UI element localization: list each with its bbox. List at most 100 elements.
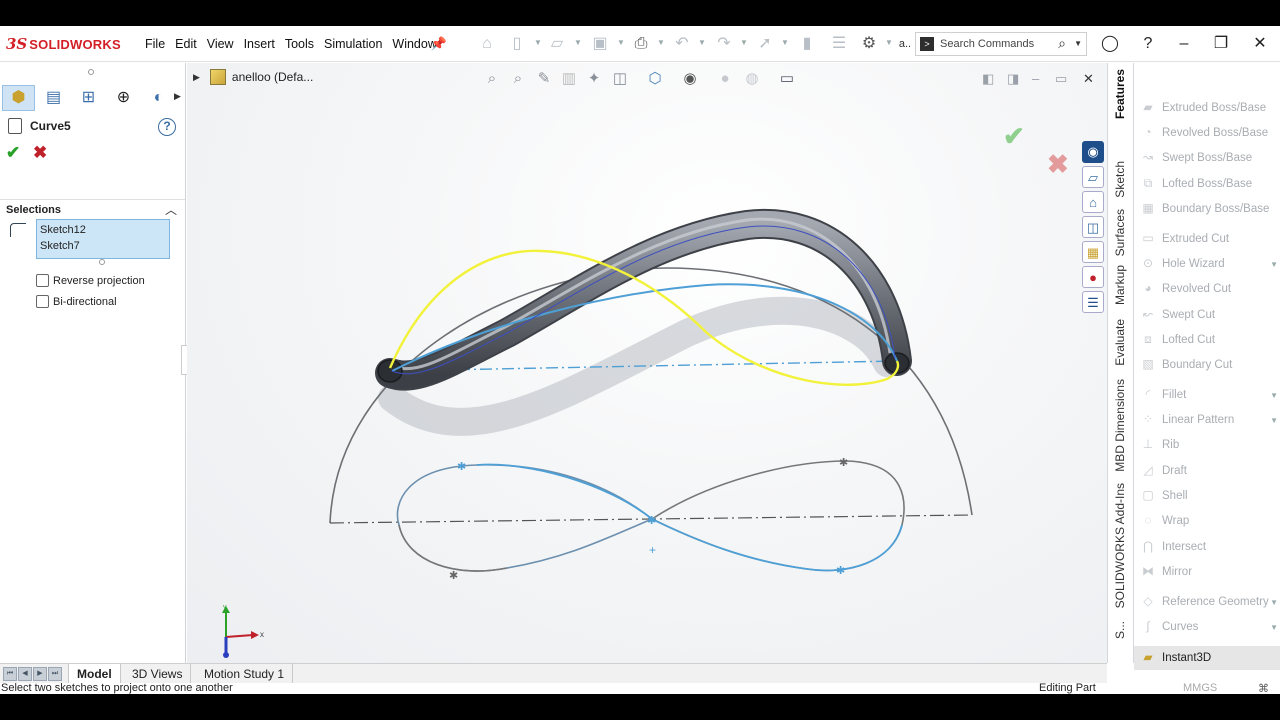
new-dropdown-caret[interactable]: ▼	[534, 38, 542, 47]
tab-surfaces[interactable]: Surfaces	[1113, 209, 1127, 256]
solidworks-logo[interactable]: 3S SOLIDWORKS	[6, 34, 121, 54]
tab-overflow[interactable]: S...	[1113, 621, 1127, 639]
print-dropdown-caret[interactable]: ▼	[657, 38, 665, 47]
cmd-wrap[interactable]: ◌ Wrap	[1134, 510, 1280, 532]
chevron-down-icon[interactable]: ▼	[1270, 260, 1278, 269]
help-icon[interactable]: ?	[1136, 32, 1160, 56]
pm-help-button[interactable]: ?	[158, 118, 176, 136]
tab-mbd-dimensions[interactable]: MBD Dimensions	[1113, 379, 1127, 472]
reverse-projection-option[interactable]: Reverse projection	[36, 274, 145, 287]
spline-point-marker[interactable]: ✱	[647, 515, 656, 527]
file-properties-icon[interactable]: ☰	[830, 35, 848, 53]
bi-directional-option[interactable]: Bi-directional	[36, 295, 117, 308]
options-gear-icon[interactable]: ⚙	[860, 35, 878, 53]
search-icon[interactable]: ⌕	[1058, 35, 1066, 52]
tab-3d-views[interactable]: 3D Views	[124, 664, 192, 684]
search-dropdown-caret[interactable]: ▼	[1074, 39, 1082, 48]
menu-simulation[interactable]: Simulation	[319, 37, 387, 51]
spline-point-marker[interactable]: ✱	[449, 570, 458, 582]
tab-sketch[interactable]: Sketch	[1113, 161, 1127, 198]
menu-tools[interactable]: Tools	[280, 37, 319, 51]
save-dropdown-caret[interactable]: ▼	[617, 38, 625, 47]
status-units[interactable]: MMGS	[1183, 683, 1217, 694]
reverse-projection-checkbox[interactable]	[36, 274, 49, 287]
display-manager-tab-icon[interactable]: ◐	[142, 85, 175, 111]
menu-edit[interactable]: Edit	[170, 37, 202, 51]
chevron-down-icon[interactable]: ▼	[1270, 416, 1278, 425]
next-tab-icon[interactable]: ▶	[33, 667, 47, 681]
collapse-chevron-up-icon[interactable]: ︿	[165, 201, 177, 218]
tab-features[interactable]: Features	[1113, 69, 1127, 119]
dimxpert-tab-icon[interactable]: ⊕	[107, 85, 140, 111]
cmd-extruded-cut[interactable]: ▭ Extruded Cut	[1134, 228, 1280, 250]
cmd-hole-wizard[interactable]: ⊙ Hole Wizard ▼	[1134, 253, 1280, 275]
cmd-reference-geometry[interactable]: ◇ Reference Geometry ▼	[1134, 591, 1280, 613]
chevron-down-icon[interactable]: ▼	[1270, 623, 1278, 632]
new-document-icon[interactable]: ▯	[508, 35, 526, 53]
search-commands[interactable]: > Search Commands ⌕ ▼	[915, 32, 1087, 56]
file-explorer-home-icon[interactable]: ⌂	[1082, 191, 1104, 213]
user-account-icon[interactable]: ◯	[1098, 32, 1122, 56]
tab-motion-study[interactable]: Motion Study 1	[196, 664, 294, 684]
menu-insert[interactable]: Insert	[239, 37, 280, 51]
tab-markup[interactable]: Markup	[1113, 265, 1127, 305]
cmd-intersect[interactable]: ⋂ Intersect	[1134, 536, 1280, 558]
selection-item[interactable]: Sketch7	[40, 238, 166, 254]
custom-properties-icon[interactable]: ☰	[1082, 291, 1104, 313]
design-library-icon[interactable]: ▱	[1082, 166, 1104, 188]
home-icon[interactable]: ⌂	[478, 35, 496, 53]
tabs-scroll-right-icon[interactable]: ▶	[174, 91, 181, 102]
close-button[interactable]: ✕	[1248, 32, 1272, 56]
list-resize-handle[interactable]	[99, 259, 105, 265]
solidworks-resources-icon[interactable]: ◉	[1082, 141, 1104, 163]
chevron-down-icon[interactable]: ▼	[1270, 391, 1278, 400]
graphics-area[interactable]: ▶ anelloo (Defa... ⌕ ⌕ ✎ ▥ ✦ ◫ ⬡ ◉ ● ◍ ▭…	[187, 63, 1107, 663]
cancel-x-button[interactable]: ✖	[33, 143, 47, 163]
rebuild-icon[interactable]: ▮	[798, 35, 816, 53]
cmd-swept-boss[interactable]: ↝ Swept Boss/Base	[1134, 147, 1280, 169]
tab-model[interactable]: Model	[68, 664, 121, 684]
cmd-boundary-boss[interactable]: ▦ Boundary Boss/Base	[1134, 198, 1280, 220]
ok-check-button[interactable]: ✔	[6, 143, 20, 163]
save-icon[interactable]: ▣	[591, 35, 609, 53]
cmd-revolved-cut[interactable]: ◕ Revolved Cut	[1134, 278, 1280, 300]
cmd-rib[interactable]: ⊥ Rib	[1134, 434, 1280, 456]
status-more-icon[interactable]: ⌘	[1258, 683, 1269, 694]
spline-point-marker[interactable]: ✱	[457, 461, 466, 473]
bi-directional-checkbox[interactable]	[36, 295, 49, 308]
menu-view[interactable]: View	[202, 37, 239, 51]
selections-group-header[interactable]: Selections ︿	[0, 199, 185, 219]
undo-icon[interactable]: ↶	[673, 35, 691, 53]
cmd-boundary-cut[interactable]: ▧ Boundary Cut	[1134, 354, 1280, 376]
redo-dropdown-caret[interactable]: ▼	[740, 38, 748, 47]
cmd-curves[interactable]: ∫ Curves ▼	[1134, 616, 1280, 638]
prev-tab-icon[interactable]: ◀	[18, 667, 32, 681]
configuration-manager-tab-icon[interactable]: ⊞	[72, 85, 105, 111]
feature-manager-tab-icon[interactable]: ⬢	[2, 85, 35, 111]
view-palette-icon[interactable]: ◫	[1082, 216, 1104, 238]
spline-point-marker[interactable]: ✱	[839, 457, 848, 469]
spline-point-marker[interactable]: ✱	[836, 565, 845, 577]
print-icon[interactable]: ⎙	[632, 35, 650, 53]
cmd-extruded-boss[interactable]: ▰ Extruded Boss/Base	[1134, 97, 1280, 119]
restore-button[interactable]: ❐	[1209, 32, 1233, 56]
minimize-button[interactable]: –	[1172, 32, 1196, 56]
cmd-draft[interactable]: ◿ Draft	[1134, 460, 1280, 482]
cmd-swept-cut[interactable]: ↜ Swept Cut	[1134, 304, 1280, 326]
scenes-icon[interactable]: ●	[1082, 266, 1104, 288]
last-tab-icon[interactable]: ⏭	[48, 667, 62, 681]
tube-end-cap-left[interactable]	[377, 359, 403, 383]
cmd-fillet[interactable]: ◜ Fillet ▼	[1134, 384, 1280, 406]
sketch-selection-list[interactable]: Sketch12 Sketch7	[36, 219, 170, 259]
cmd-instant3d[interactable]: ▰ Instant3D	[1134, 646, 1280, 670]
chevron-down-icon[interactable]: ▼	[1270, 598, 1278, 607]
pin-icon[interactable]: 📌	[430, 35, 448, 53]
options-dropdown-caret[interactable]: ▼	[885, 38, 893, 47]
select-arrow-icon[interactable]: ➚	[756, 35, 774, 53]
property-manager-tab-icon[interactable]: ▤	[37, 85, 70, 111]
cmd-linear-pattern[interactable]: ⁘ Linear Pattern ▼	[1134, 409, 1280, 431]
appearances-icon[interactable]: ▦	[1082, 241, 1104, 263]
panel-splitter-handle[interactable]	[88, 69, 94, 75]
cmd-revolved-boss[interactable]: ◔ Revolved Boss/Base	[1134, 122, 1280, 144]
selection-item[interactable]: Sketch12	[40, 222, 166, 238]
